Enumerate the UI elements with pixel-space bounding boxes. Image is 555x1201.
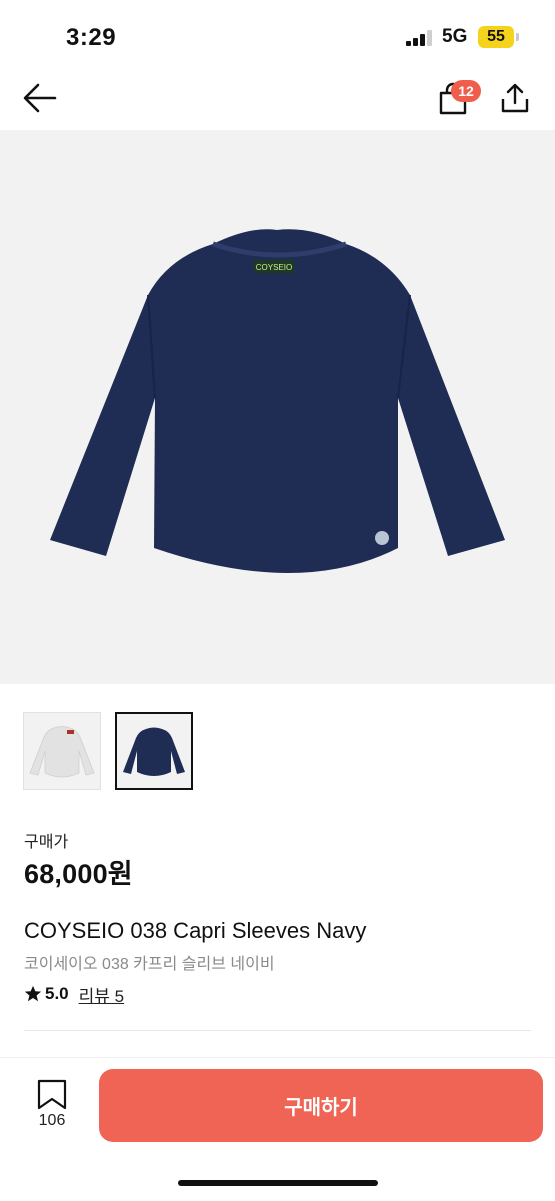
price-label: 구매가 bbox=[24, 834, 69, 851]
thumbnail-gray[interactable] bbox=[23, 712, 101, 790]
battery-indicator: 55 bbox=[478, 26, 514, 48]
bookmark-count: 106 bbox=[38, 1112, 66, 1129]
product-image[interactable]: COYSEIO bbox=[0, 130, 555, 684]
review-link[interactable]: 리뷰 5 bbox=[79, 982, 124, 1007]
star-icon bbox=[24, 985, 42, 1002]
buy-button[interactable]: 구매하기 bbox=[99, 1069, 543, 1142]
battery-tip bbox=[516, 33, 519, 41]
gray-shirt-thumbnail bbox=[29, 726, 95, 778]
network-label: 5G bbox=[442, 26, 468, 47]
navy-shirt-image: COYSEIO bbox=[50, 229, 505, 573]
divider bbox=[24, 1030, 531, 1031]
share-icon[interactable] bbox=[500, 82, 530, 114]
product-subtitle: 코이세이오 038 카프리 슬리브 네이비 bbox=[24, 956, 275, 973]
brand-tag-text: COYSEIO bbox=[256, 263, 292, 272]
product-title: COYSEIO 038 Capri Sleeves Navy bbox=[24, 918, 367, 943]
home-indicator bbox=[178, 1180, 378, 1186]
thumbnail-navy[interactable] bbox=[115, 712, 193, 790]
signal-bars-icon bbox=[406, 30, 432, 46]
status-time: 3:29 bbox=[66, 24, 117, 51]
rating-row: 5.0 리뷰 5 bbox=[24, 982, 124, 1007]
price: 68,000원 bbox=[24, 859, 133, 889]
rating-value: 5.0 bbox=[45, 984, 69, 1003]
navy-shirt-thumbnail bbox=[123, 727, 185, 776]
shirt-body bbox=[50, 229, 505, 573]
cart-count-badge: 12 bbox=[451, 80, 481, 102]
status-bar: 3:29 5G 55 bbox=[0, 0, 555, 70]
logo-patch bbox=[375, 531, 389, 545]
back-arrow-icon[interactable] bbox=[22, 82, 58, 114]
